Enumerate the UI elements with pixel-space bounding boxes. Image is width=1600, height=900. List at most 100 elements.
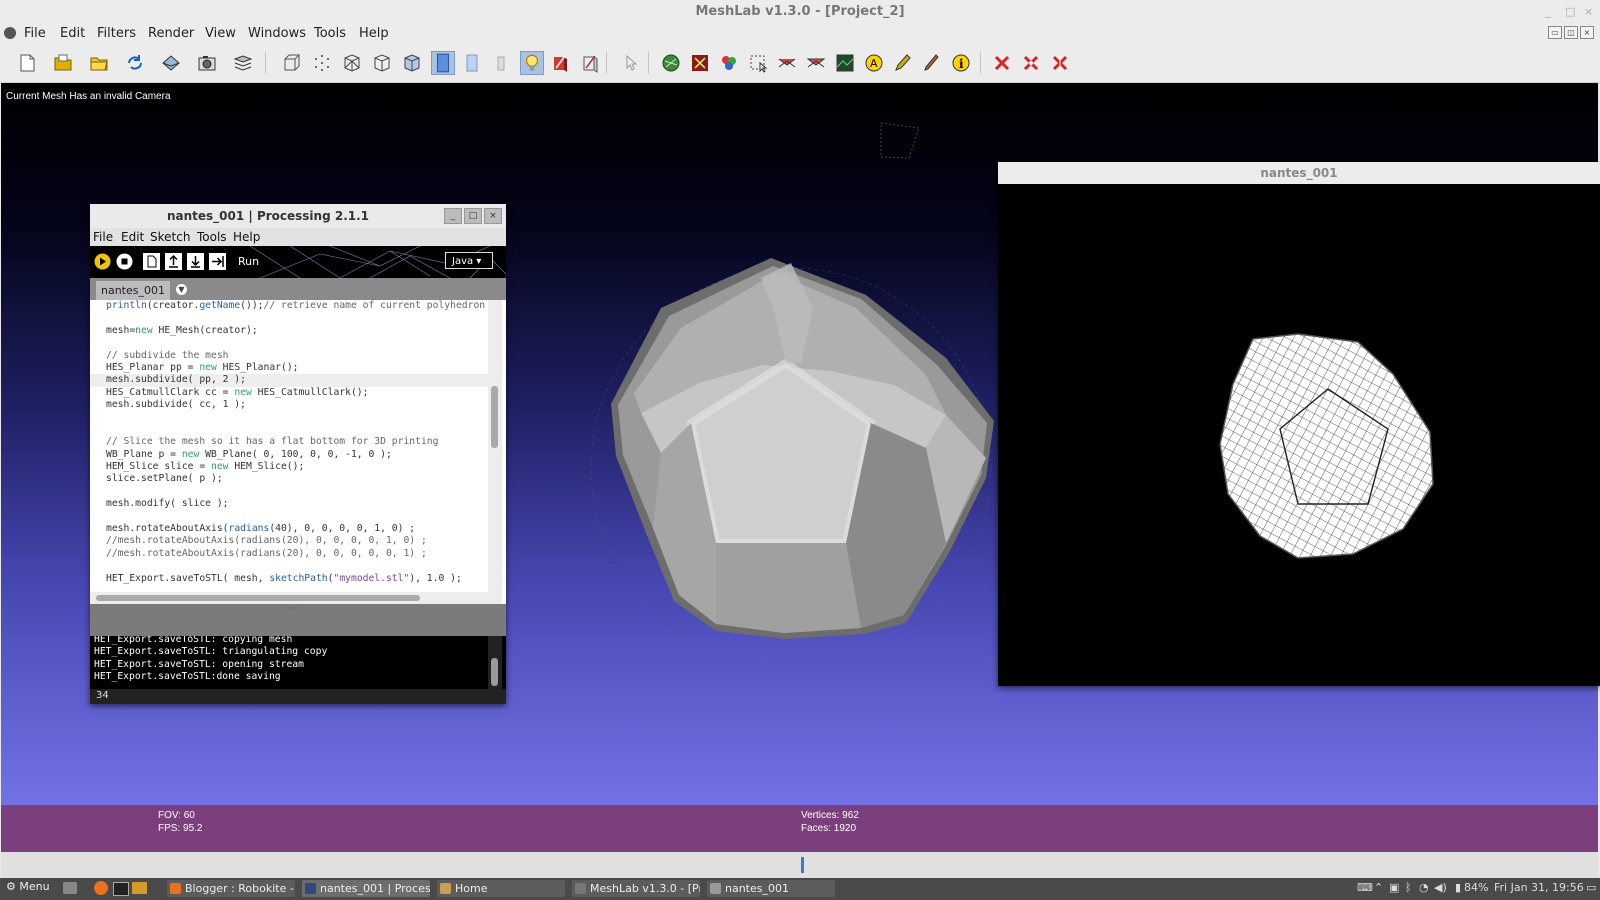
flat-lines-icon[interactable] xyxy=(402,53,422,73)
task-blogger[interactable]: Blogger : Robokite -... xyxy=(167,880,295,897)
code-line[interactable]: // subdivide the mesh xyxy=(106,350,486,362)
processing-menu-tools[interactable]: Tools xyxy=(197,230,227,244)
bluetooth-icon[interactable]: ᛒ xyxy=(1405,881,1412,894)
mdi-tile-button[interactable]: ◫ xyxy=(1564,26,1578,39)
menu-edit[interactable]: Edit xyxy=(60,26,85,41)
smooth-shading-icon[interactable] xyxy=(462,53,482,73)
sketch-render-window[interactable]: nantes_001 xyxy=(998,162,1600,686)
maximize-button[interactable]: □ xyxy=(1565,5,1575,18)
minimize-button[interactable]: _ xyxy=(1545,5,1551,18)
scrollbar-thumb[interactable] xyxy=(491,658,498,686)
texture-icon[interactable] xyxy=(491,53,511,73)
start-menu-button[interactable]: ⚙ Menu xyxy=(6,880,50,893)
delete-all-icon[interactable] xyxy=(1050,53,1070,73)
open-sketch-icon[interactable] xyxy=(165,253,182,270)
menu-tools[interactable]: Tools xyxy=(314,26,346,41)
mode-selector[interactable]: Java ▾ xyxy=(445,252,493,269)
menu-view[interactable]: View xyxy=(205,26,236,41)
firefox-launcher-icon[interactable] xyxy=(94,881,108,895)
layers-icon[interactable] xyxy=(233,53,253,73)
console[interactable]: HET_Export.saveToSTL: copying mesh HET_Ex… xyxy=(90,636,506,689)
code-line[interactable]: slice.setPlane( p ); xyxy=(106,473,486,485)
battery-icon[interactable]: ▮ xyxy=(1455,881,1461,894)
task-processing[interactable]: nantes_001 | Proces... xyxy=(302,880,430,897)
selection-icon[interactable] xyxy=(621,53,641,73)
select-connected-icon[interactable] xyxy=(806,53,826,73)
code-line[interactable]: mesh.modify( slice ); xyxy=(106,498,486,510)
export-sketch-icon[interactable] xyxy=(209,253,226,270)
back-face-icon[interactable] xyxy=(580,53,600,73)
code-editor[interactable]: println(creator.getName());// retrieve n… xyxy=(90,300,506,604)
save-snapshot-icon[interactable] xyxy=(161,53,181,73)
code-text[interactable]: println(creator.getName());// retrieve n… xyxy=(90,300,502,585)
processing-menu-file[interactable]: File xyxy=(93,230,113,244)
save-sketch-icon[interactable] xyxy=(187,253,204,270)
brush-icon[interactable] xyxy=(922,53,942,73)
tray-expand-icon[interactable]: ⌃ xyxy=(1374,881,1383,894)
code-line[interactable]: //mesh.rotateAboutAxis(radians(20), 0, 0… xyxy=(106,535,486,547)
code-line[interactable]: WB_Plane p = new WB_Plane( 0, 100, 0, 0,… xyxy=(106,449,486,461)
console-scrollbar[interactable] xyxy=(488,636,502,689)
code-line[interactable]: //mesh.rotateAboutAxis(radians(20), 0, 0… xyxy=(106,548,486,560)
splitter-grip-icon[interactable]: ····· xyxy=(286,604,299,613)
paint-icon[interactable] xyxy=(893,53,913,73)
new-document-icon[interactable] xyxy=(17,53,37,73)
code-line[interactable]: mesh.rotateAboutAxis(radians(40), 0, 0, … xyxy=(106,523,486,535)
delete-vertices-icon[interactable] xyxy=(992,53,1012,73)
code-line[interactable] xyxy=(106,511,486,523)
wireframe-icon[interactable] xyxy=(342,53,362,73)
menu-render[interactable]: Render xyxy=(148,26,194,41)
editor-vertical-scrollbar[interactable] xyxy=(488,300,502,604)
processing-title-bar[interactable]: nantes_001 | Processing 2.1.1 _ □ × xyxy=(90,204,506,228)
code-line[interactable] xyxy=(106,486,486,498)
mesh-image-icon[interactable] xyxy=(835,53,855,73)
clock[interactable]: Fri Jan 31, 19:56 xyxy=(1494,881,1584,894)
new-sketch-icon[interactable] xyxy=(143,253,160,270)
delete-faces-icon[interactable] xyxy=(1021,53,1041,73)
clipboard-icon[interactable]: ▣ xyxy=(1389,881,1399,894)
code-line[interactable]: mesh=new HE_Mesh(creator); xyxy=(106,325,486,337)
mdi-close-button[interactable]: × xyxy=(1580,26,1594,39)
processing-maximize-button[interactable]: □ xyxy=(464,208,482,224)
code-line[interactable] xyxy=(106,312,486,324)
reload-icon[interactable] xyxy=(125,53,145,73)
code-line[interactable]: println(creator.getName());// retrieve n… xyxy=(106,300,486,312)
render-window-title-bar[interactable]: nantes_001 xyxy=(998,162,1600,184)
annotation-icon[interactable]: A xyxy=(864,53,884,73)
tab-nantes-001[interactable]: nantes_001 xyxy=(96,281,170,300)
tab-menu-arrow-icon[interactable]: ▼ xyxy=(176,284,187,295)
processing-menu-help[interactable]: Help xyxy=(233,230,260,244)
run-icon[interactable] xyxy=(94,253,111,270)
hidden-lines-icon[interactable] xyxy=(372,53,392,73)
close-button[interactable]: × xyxy=(1584,5,1593,18)
scrollbar-thumb[interactable] xyxy=(96,595,420,601)
menu-filters[interactable]: Filters xyxy=(97,26,136,41)
color-palette-icon[interactable] xyxy=(661,53,681,73)
info-icon[interactable]: i xyxy=(951,53,971,73)
menu-help[interactable]: Help xyxy=(359,26,389,41)
code-line[interactable]: // Slice the mesh so it has a flat botto… xyxy=(106,436,486,448)
select-vertices-icon[interactable] xyxy=(748,53,768,73)
editor-horizontal-scrollbar[interactable] xyxy=(90,592,488,604)
processing-minimize-button[interactable]: _ xyxy=(444,208,462,224)
mdi-restore-button[interactable]: ▭ xyxy=(1548,26,1562,39)
code-line[interactable] xyxy=(106,560,486,572)
processing-close-button[interactable]: × xyxy=(484,208,502,224)
points-icon[interactable] xyxy=(312,53,332,73)
code-line[interactable]: HES_Planar pp = new HES_Planar(); xyxy=(106,362,486,374)
notification-icon[interactable]: ▭ xyxy=(1586,881,1596,894)
network-icon[interactable]: ◔ xyxy=(1419,881,1429,894)
volume-icon[interactable]: ◀) xyxy=(1434,881,1447,894)
menu-windows[interactable]: Windows xyxy=(248,26,306,41)
camera-snapshot-icon[interactable] xyxy=(197,53,217,73)
select-faces-icon[interactable] xyxy=(777,53,797,73)
code-line[interactable] xyxy=(106,424,486,436)
code-line[interactable]: mesh.subdivide( pp, 2 ); xyxy=(90,374,502,387)
color-balls-icon[interactable] xyxy=(719,53,739,73)
stop-icon[interactable] xyxy=(116,253,133,270)
code-line[interactable]: mesh.subdivide( cc, 1 ); xyxy=(106,399,486,411)
keyboard-icon[interactable]: ⌨ xyxy=(1357,881,1373,894)
code-line[interactable]: HEM_Slice slice = new HEM_Slice(); xyxy=(106,461,486,473)
scrollbar-thumb[interactable] xyxy=(491,386,498,448)
red-cube-icon[interactable] xyxy=(690,53,710,73)
